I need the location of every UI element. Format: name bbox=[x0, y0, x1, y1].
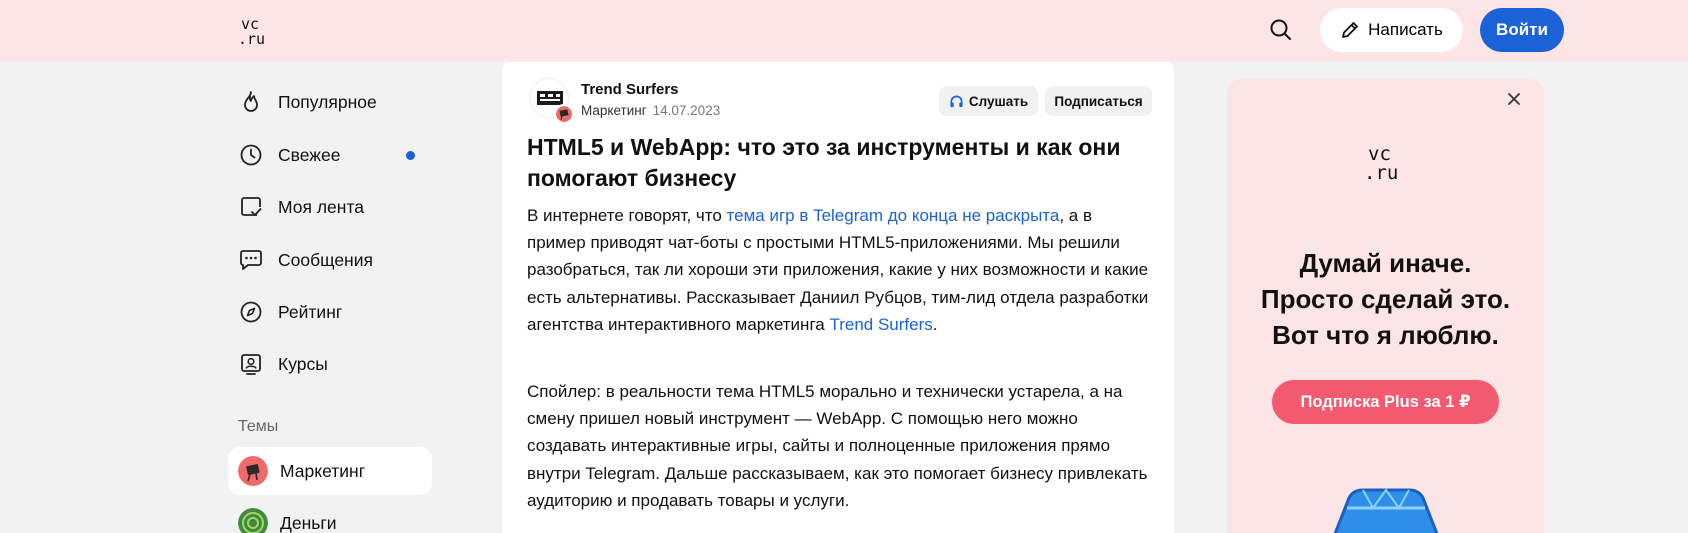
topic-label: Маркетинг bbox=[280, 460, 366, 481]
marketing-avatar bbox=[238, 456, 268, 486]
promo-headline: Думай иначе. Просто сделай это. Вот что … bbox=[1227, 245, 1544, 353]
sidebar-item-popular[interactable]: Популярное bbox=[238, 82, 377, 122]
promo-line-3: Вот что я люблю. bbox=[1272, 320, 1499, 350]
sidebar-item-label: Курсы bbox=[278, 353, 328, 374]
sidebar-item-fresh[interactable]: Свежее bbox=[238, 135, 340, 175]
article-lead-paragraph: В интернете говорят, что тема игр в Tele… bbox=[527, 202, 1149, 338]
vc-logo[interactable]: vc .ru bbox=[238, 15, 272, 47]
close-icon[interactable] bbox=[1504, 89, 1524, 109]
headphones-icon bbox=[950, 95, 963, 107]
promo-banner[interactable]: vc .ru Думай иначе. Просто сделай это. В… bbox=[1227, 79, 1544, 533]
topic-marketing[interactable]: Маркетинг bbox=[228, 447, 432, 495]
sidebar-item-my-feed[interactable]: Моя лента bbox=[238, 187, 364, 227]
author-name[interactable]: Trend Surfers bbox=[581, 81, 679, 98]
money-avatar bbox=[238, 508, 268, 533]
login-button[interactable]: Войти bbox=[1480, 8, 1564, 52]
subscribe-button[interactable]: Подписаться bbox=[1045, 86, 1152, 116]
sidebar-item-label: Рейтинг bbox=[278, 301, 343, 322]
telegram-games-link[interactable]: тема игр в Telegram до конца не раскрыта bbox=[727, 206, 1060, 225]
topic-label: Деньги bbox=[280, 512, 337, 533]
post-category[interactable]: Маркетинг bbox=[581, 103, 647, 118]
article-title[interactable]: HTML5 и WebApp: что это за инструменты и… bbox=[527, 132, 1147, 194]
topics-heading: Темы bbox=[238, 418, 279, 435]
sidebar-item-label: Свежее bbox=[278, 144, 341, 165]
vc-logo: vc .ru bbox=[1364, 143, 1398, 183]
sidebar-item-rating[interactable]: Рейтинг bbox=[238, 292, 342, 332]
feed-icon bbox=[241, 197, 262, 216]
write-button[interactable]: Написать bbox=[1320, 8, 1463, 52]
unread-dot bbox=[406, 151, 415, 160]
sidebar-item-courses[interactable]: Курсы bbox=[238, 344, 328, 384]
pencil-icon bbox=[1342, 22, 1359, 38]
sidebar-item-label: Популярное bbox=[278, 91, 377, 112]
promo-line-2: Просто сделай это. bbox=[1260, 284, 1511, 314]
article-spoiler-paragraph: Спойлер: в реальности тема HTML5 моральн… bbox=[527, 382, 1148, 510]
clock-icon bbox=[240, 144, 262, 166]
promo-line-1: Думай иначе. bbox=[1299, 248, 1472, 278]
write-button-label: Написать bbox=[1368, 20, 1443, 39]
plus-subscription-button[interactable]: Подписка Plus за 1 ₽ bbox=[1272, 380, 1499, 424]
post-date: 14.07.2023 bbox=[652, 103, 721, 118]
gem-icon bbox=[1333, 488, 1439, 533]
listen-button[interactable]: Слушать bbox=[939, 86, 1038, 116]
svg-text:.ru: .ru bbox=[1364, 162, 1398, 183]
article-card: Trend Surfers Маркетинг 14.07.2023 Слушат… bbox=[502, 62, 1174, 533]
courses-icon bbox=[241, 354, 261, 375]
compass-icon bbox=[240, 301, 262, 323]
category-avatar bbox=[554, 104, 574, 124]
sidebar-item-label: Сообщения bbox=[278, 249, 373, 270]
search-icon[interactable] bbox=[1268, 17, 1294, 43]
top-header: vc .ru Написать Войти bbox=[0, 0, 1688, 61]
svg-text:.ru: .ru bbox=[238, 30, 265, 47]
text-run: . bbox=[932, 314, 938, 334]
login-button-label: Войти bbox=[1496, 20, 1548, 39]
listen-label: Слушать bbox=[968, 93, 1029, 109]
post-meta: Маркетинг 14.07.2023 bbox=[581, 103, 720, 118]
subscribe-label: Подписаться bbox=[1054, 93, 1143, 109]
flame-icon bbox=[244, 91, 258, 112]
text-run: В интернете говорят, что bbox=[527, 206, 727, 225]
sidebar-item-label: Моя лента bbox=[278, 196, 365, 217]
chat-icon bbox=[240, 250, 262, 270]
topic-money[interactable]: Деньги bbox=[228, 499, 432, 533]
trend-surfers-link[interactable]: Trend Surfers bbox=[829, 315, 932, 334]
sidebar-item-messages[interactable]: Сообщения bbox=[238, 240, 373, 280]
